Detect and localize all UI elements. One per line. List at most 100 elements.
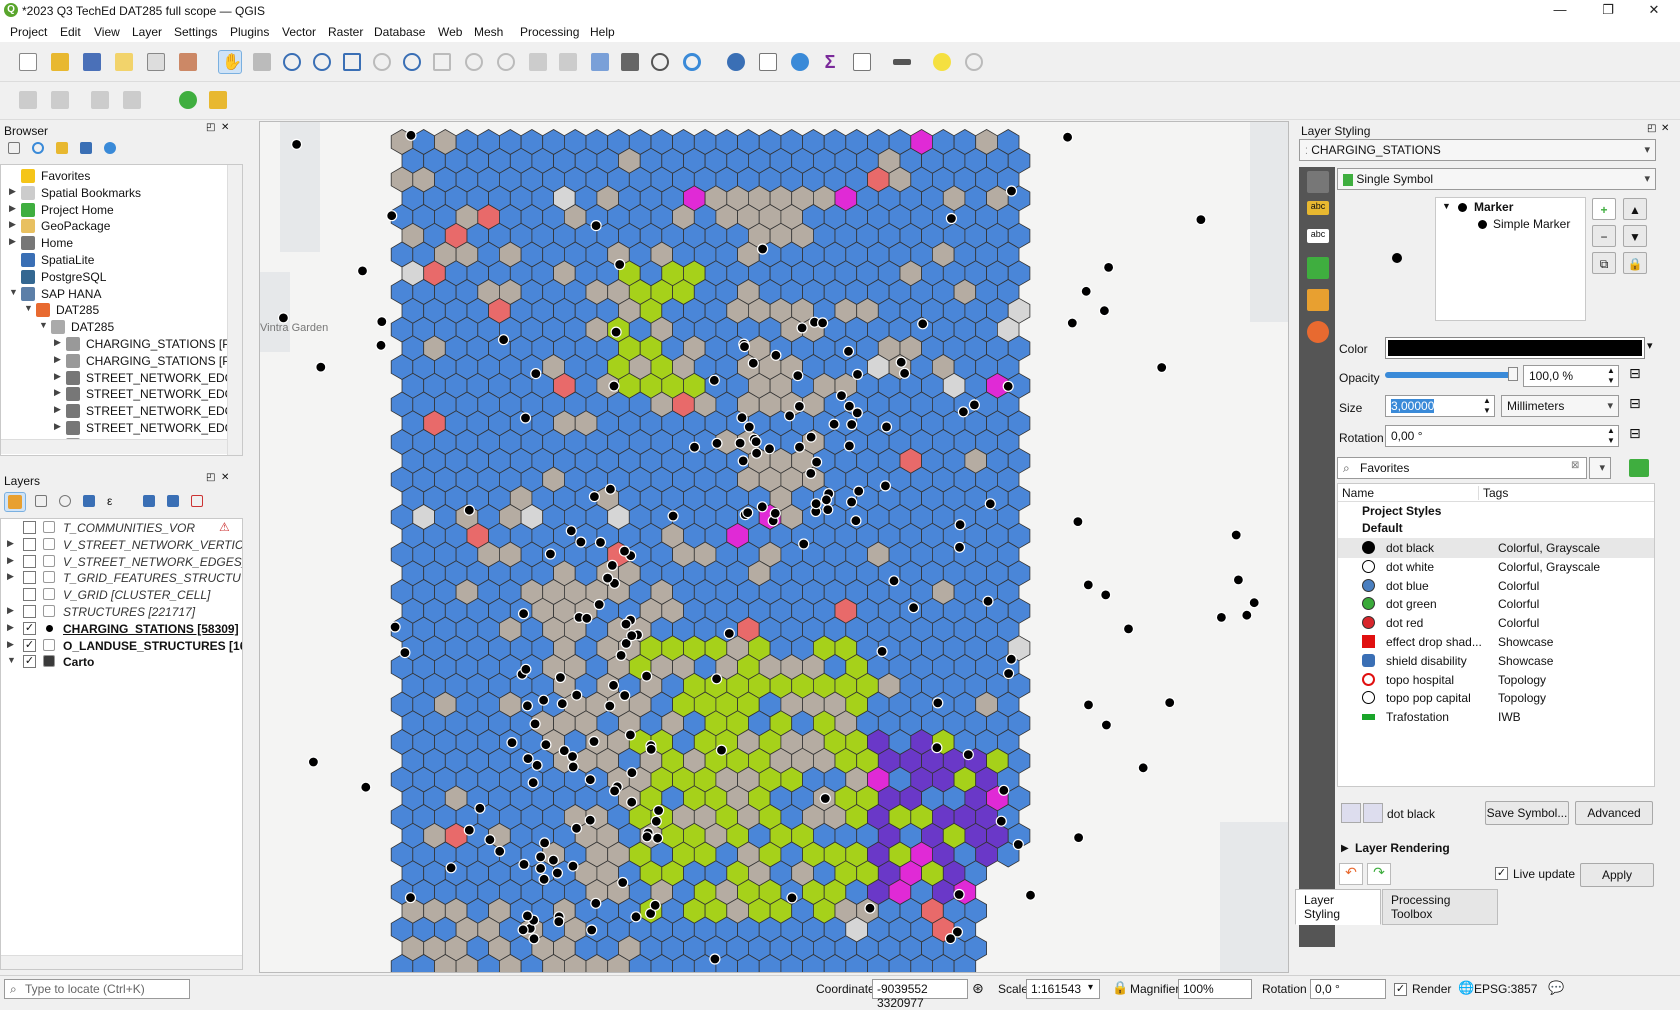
- save-symbol-button[interactable]: Save Symbol...: [1485, 801, 1569, 825]
- locator-input[interactable]: Type to locate (Ctrl+K): [4, 979, 190, 999]
- browser-item[interactable]: ▼ DAT285: [1, 301, 227, 319]
- opacity-data-defined-icon[interactable]: ⊟: [1629, 365, 1653, 387]
- expand-arrow-icon[interactable]: ▶: [54, 387, 61, 398]
- menu-settings[interactable]: Settings: [174, 25, 217, 39]
- layer-item[interactable]: ▶ T_GRID_FEATURES_STRUCTU: [1, 569, 242, 587]
- render-checkbox[interactable]: ✓: [1394, 983, 1407, 996]
- expand-all-icon[interactable]: [140, 492, 160, 512]
- expand-arrow-icon[interactable]: ▶: [7, 639, 14, 650]
- size-input[interactable]: 3,00000: [1385, 395, 1495, 417]
- symbol-search-input[interactable]: Favorites: [1337, 457, 1587, 479]
- list-view-button[interactable]: [1363, 803, 1383, 823]
- layer-visibility-checkbox[interactable]: [23, 537, 36, 551]
- map-render[interactable]: [260, 122, 1289, 973]
- undo-icon[interactable]: ↶: [1339, 863, 1363, 885]
- layer-item[interactable]: ▶ V_STREET_NETWORK_VERTICES_S: [1, 536, 242, 554]
- expand-arrow-icon[interactable]: ▶: [54, 404, 61, 415]
- menu-raster[interactable]: Raster: [328, 25, 363, 39]
- expand-arrow-icon[interactable]: ▼: [7, 655, 16, 665]
- col-name-header[interactable]: Name: [1342, 486, 1374, 500]
- magnifier-input[interactable]: 100%: [1178, 979, 1252, 999]
- layer-item[interactable]: ▶ STRUCTURES [221717]: [1, 603, 242, 621]
- locator-search-icon[interactable]: [962, 50, 986, 74]
- symbol-list-item[interactable]: dot white Colorful, Grayscale: [1338, 557, 1654, 577]
- pan-to-selection-icon[interactable]: [250, 50, 274, 74]
- menu-layer[interactable]: Layer: [132, 25, 162, 39]
- browser-item[interactable]: ▶ CHARGING_STATIONS [POIN: [1, 352, 242, 370]
- add-selected-layers-icon[interactable]: [6, 140, 24, 158]
- browser-item[interactable]: ▶ GeoPackage: [1, 217, 227, 235]
- zoom-in-icon[interactable]: [280, 50, 304, 74]
- expand-layer-rendering-icon[interactable]: ▶: [1341, 843, 1349, 854]
- expand-arrow-icon[interactable]: ▼: [9, 287, 18, 297]
- layer-visibility-checkbox[interactable]: ✓: [23, 655, 36, 669]
- size-data-defined-icon[interactable]: ⊟: [1629, 395, 1653, 417]
- redo-icon[interactable]: ↷: [1367, 863, 1391, 885]
- symbol-list-item[interactable]: topo hospital Topology: [1338, 670, 1654, 690]
- add-symbol-layer-button[interactable]: +: [1592, 198, 1616, 220]
- layer-item[interactable]: V_GRID [CLUSTER_CELL]: [1, 586, 242, 604]
- simple-marker-label[interactable]: Simple Marker: [1493, 217, 1570, 231]
- attribute-table-dropdown-icon[interactable]: [850, 50, 874, 74]
- float-layers-panel-icon[interactable]: ◰: [206, 472, 215, 483]
- marker-label[interactable]: Marker: [1474, 200, 1513, 214]
- layer-item[interactable]: ▶ ✓ CHARGING_STATIONS [58309]: [1, 620, 242, 638]
- save-project-icon[interactable]: [80, 50, 104, 74]
- expand-arrow-icon[interactable]: ▼: [39, 320, 48, 330]
- expand-arrow-icon[interactable]: ▶: [7, 571, 14, 582]
- symbol-list-item[interactable]: effect drop shad... Showcase: [1338, 632, 1654, 652]
- symbology-tab-icon[interactable]: [1307, 171, 1329, 193]
- zoom-out-icon[interactable]: [310, 50, 334, 74]
- layer-item[interactable]: T_COMMUNITIES_VOR ⚠: [1, 519, 242, 537]
- menu-edit[interactable]: Edit: [60, 25, 81, 39]
- menu-vector[interactable]: Vector: [282, 25, 316, 39]
- close-styling-panel-icon[interactable]: ✕: [1661, 123, 1669, 134]
- tab-layer-styling[interactable]: Layer Styling: [1295, 889, 1381, 925]
- toggle-editing-icon[interactable]: [16, 88, 40, 112]
- 3d-view-tab-icon[interactable]: [1307, 257, 1329, 279]
- layer-item[interactable]: ▶ V_STREET_NETWORK_EDGES_SIMI: [1, 553, 242, 571]
- symbol-list-item[interactable]: dot green Colorful: [1338, 594, 1654, 614]
- browser-item[interactable]: ▶ STREET_NETWORK_EDGES_S: [1, 419, 242, 437]
- expand-arrow-icon[interactable]: ▶: [54, 371, 61, 382]
- size-unit-select[interactable]: Millimeters: [1501, 395, 1619, 417]
- maximize-button[interactable]: ❐: [1588, 2, 1628, 20]
- float-panel-icon[interactable]: ◰: [206, 122, 215, 133]
- rotation-status-input[interactable]: 0,0 °: [1310, 979, 1386, 999]
- layer-rendering-section[interactable]: Layer Rendering: [1355, 841, 1450, 855]
- add-group-icon[interactable]: [32, 492, 52, 512]
- clear-search-icon[interactable]: ⊠: [1571, 460, 1579, 471]
- expand-arrow-icon[interactable]: ▶: [54, 421, 61, 432]
- polygon-tool-icon[interactable]: [120, 88, 144, 112]
- refresh-browser-icon[interactable]: [30, 140, 48, 158]
- browser-item[interactable]: ▶ Project Home: [1, 201, 227, 219]
- float-styling-panel-icon[interactable]: ◰: [1647, 123, 1656, 134]
- minimize-button[interactable]: —: [1540, 2, 1580, 20]
- measure-line-icon[interactable]: [890, 50, 914, 74]
- expand-arrow-icon[interactable]: ▶: [7, 605, 14, 616]
- icon-view-button[interactable]: [1341, 803, 1361, 823]
- browser-item[interactable]: ▼ SAP HANA: [1, 285, 227, 303]
- identify-features-icon[interactable]: [724, 50, 748, 74]
- zoom-full-icon[interactable]: [340, 50, 364, 74]
- labels-tab-icon[interactable]: abc: [1307, 201, 1329, 215]
- new-project-icon[interactable]: [16, 50, 40, 74]
- filter-browser-icon[interactable]: [54, 140, 72, 158]
- browser-item[interactable]: ▶ Spatial Bookmarks: [1, 184, 227, 202]
- layer-item[interactable]: ▶ ✓ O_LANDUSE_STRUCTURES [1600]: [1, 637, 242, 655]
- new-3d-view-icon[interactable]: [556, 50, 580, 74]
- color-dropdown-icon[interactable]: ▾: [1647, 339, 1653, 352]
- rotation-data-defined-icon[interactable]: ⊟: [1629, 425, 1653, 447]
- zoom-native-icon[interactable]: [430, 50, 454, 74]
- tab-processing-toolbox[interactable]: Processing Toolbox: [1382, 889, 1498, 925]
- opacity-input[interactable]: 100,0 %: [1523, 365, 1619, 387]
- refresh-icon[interactable]: [680, 50, 704, 74]
- scale-dropdown-icon[interactable]: ▾: [1088, 982, 1093, 993]
- close-panel-icon[interactable]: ✕: [221, 122, 229, 133]
- plugin-chart-icon[interactable]: [206, 88, 230, 112]
- remove-layer-icon[interactable]: [188, 492, 208, 512]
- browser-item[interactable]: Favorites: [1, 167, 227, 185]
- live-update-checkbox[interactable]: ✓: [1495, 867, 1508, 880]
- browser-item[interactable]: ▶ STREET_NETWORK_EDGES [S: [1, 385, 242, 403]
- zoom-to-selection-icon[interactable]: [370, 50, 394, 74]
